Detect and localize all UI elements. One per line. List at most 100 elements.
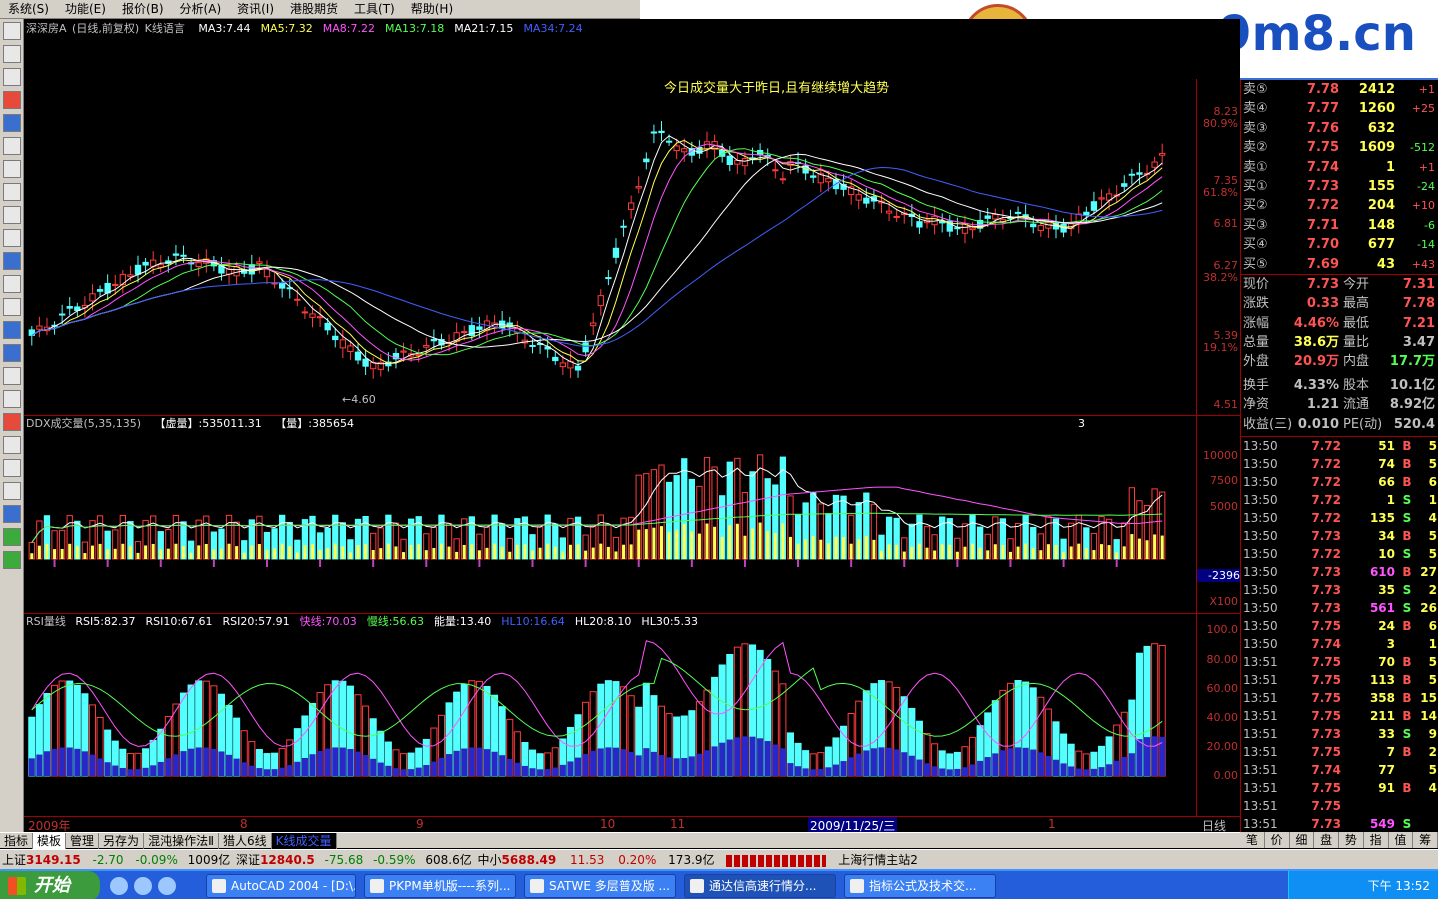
right-tab[interactable]: 势 xyxy=(1339,832,1364,848)
right-tab[interactable]: 价 xyxy=(1265,832,1290,848)
right-tab[interactable]: 值 xyxy=(1389,832,1414,848)
rsi-energy-bar xyxy=(939,768,946,776)
right-tab[interactable]: 笔 xyxy=(1240,832,1265,848)
refresh-icon[interactable] xyxy=(3,367,21,385)
tick-row: 13:51 7.75 358 B 15 xyxy=(1241,689,1438,707)
etf-icon[interactable] xyxy=(3,298,21,316)
tick-count: 5 xyxy=(1428,655,1437,670)
taskbar-item-autocad[interactable]: AutoCAD 2004 - [D:\... xyxy=(206,874,356,898)
pen-icon[interactable] xyxy=(3,482,21,500)
menu-item[interactable]: 分析(A) xyxy=(172,0,230,19)
taskbar-item-tdx[interactable]: 通达信高速行情分... xyxy=(684,874,836,898)
candle-body xyxy=(635,186,642,189)
volume-inner-bar xyxy=(546,543,550,559)
menu-item[interactable]: 工具(T) xyxy=(346,0,403,19)
ie-icon[interactable] xyxy=(110,877,128,895)
mail-icon[interactable] xyxy=(3,206,21,224)
menu-item[interactable]: 功能(E) xyxy=(57,0,114,19)
volume-inner-bar xyxy=(508,551,512,559)
tick-price: 7.75 xyxy=(1311,709,1341,724)
tick-row: 13:51 7.73 33 S 9 xyxy=(1241,725,1438,743)
line-chart-icon[interactable] xyxy=(3,68,21,86)
calendar-icon[interactable] xyxy=(3,390,21,408)
list-icon[interactable] xyxy=(3,45,21,63)
taskbar-item-forum[interactable]: 指标公式及技术交... xyxy=(844,874,996,898)
bottom-tab[interactable]: 混沌操作法Ⅱ xyxy=(144,833,219,849)
rsi-energy-bar xyxy=(537,769,544,776)
grid-icon[interactable] xyxy=(3,22,21,40)
search-icon[interactable] xyxy=(3,275,21,293)
volume-inner-bar xyxy=(629,544,633,559)
volume-inner-bar xyxy=(743,535,747,559)
menu-item[interactable]: 资讯(I) xyxy=(229,0,282,19)
start-button[interactable]: 开始 xyxy=(0,871,100,899)
wrench-icon[interactable] xyxy=(3,436,21,454)
window-icon[interactable] xyxy=(3,114,21,132)
desktop-icon[interactable] xyxy=(134,877,152,895)
taskbar-item-satwe[interactable]: SATWE 多层普及版 ... xyxy=(524,874,676,898)
tick-time: 13:50 xyxy=(1243,619,1278,634)
bottom-tab[interactable]: 模板 xyxy=(33,833,67,849)
right-tab[interactable]: 指 xyxy=(1364,832,1389,848)
move-icon[interactable] xyxy=(3,505,21,523)
kline-annotation: 今日成交量大于昨日,且有继续增大趋势 xyxy=(664,81,890,96)
volume-inner-bar xyxy=(857,539,861,559)
quote-label: 今开 xyxy=(1343,276,1370,292)
tick-count: 1 xyxy=(1428,493,1437,508)
browser-icon[interactable] xyxy=(158,877,176,895)
ma-label: MA13:7.18 xyxy=(385,22,445,35)
document-icon[interactable] xyxy=(3,137,21,155)
users-icon[interactable] xyxy=(3,229,21,247)
quote-value: 4.33% xyxy=(1293,377,1339,393)
right-tab[interactable]: 细 xyxy=(1290,832,1315,848)
volume-inner-bar xyxy=(804,539,808,559)
exit-icon[interactable] xyxy=(3,459,21,477)
candle-body xyxy=(362,358,369,367)
menu-item[interactable]: 报价(B) xyxy=(114,0,172,19)
bottom-tab[interactable]: 猎人6线 xyxy=(219,833,272,849)
volume-inner-bar xyxy=(60,548,64,559)
rsi-energy-bar xyxy=(134,769,142,776)
arrow-up-icon[interactable] xyxy=(3,528,21,546)
menu-item[interactable]: 系统(S) xyxy=(0,0,57,19)
volume-inner-bar xyxy=(735,523,739,559)
chart-area[interactable]: 深深房A (日线,前复权) K线语言 MA3:7.44 MA5:7.32 MA8:7… xyxy=(24,19,1240,834)
rsi-energy-bar xyxy=(332,747,339,776)
tick-time: 13:51 xyxy=(1243,817,1278,832)
menu-item[interactable]: 港股期货 xyxy=(282,0,346,19)
rsi-label: HL10:16.64 xyxy=(501,615,565,628)
kline-icon[interactable] xyxy=(3,91,21,109)
bottom-tab[interactable]: 管理 xyxy=(66,833,100,849)
rsi-energy-bar xyxy=(999,750,1006,776)
quote-value: 4.46% xyxy=(1293,315,1339,331)
tick-row: 13:50 7.72 74 B 5 xyxy=(1241,455,1438,473)
volume-inner-bar xyxy=(1016,546,1020,559)
ytick-current: -2396 xyxy=(1196,569,1240,582)
volume-inner-bar xyxy=(553,546,557,559)
bottom-tab[interactable]: K线成交量 xyxy=(271,833,337,849)
table-icon[interactable] xyxy=(3,183,21,201)
quote-value: 520.4 xyxy=(1393,416,1435,432)
tick-direction: S xyxy=(1402,547,1412,562)
candle-body xyxy=(476,326,483,330)
report-icon[interactable] xyxy=(3,160,21,178)
bottom-tab[interactable]: 指标 xyxy=(0,833,34,849)
right-tab[interactable]: 盘 xyxy=(1314,832,1339,848)
wave-icon[interactable] xyxy=(3,321,21,339)
rsi-icon[interactable] xyxy=(3,344,21,362)
finance-icon[interactable] xyxy=(3,252,21,270)
dollar-icon[interactable] xyxy=(3,413,21,431)
arrow-down-icon[interactable] xyxy=(3,551,21,569)
order-price: 7.69 xyxy=(1306,256,1339,272)
volume-inner-bar xyxy=(1115,552,1119,559)
volume-inner-bar xyxy=(470,544,474,559)
candle-body xyxy=(332,335,339,341)
menu-item[interactable]: 帮助(H) xyxy=(403,0,461,19)
right-tab[interactable]: 筹 xyxy=(1413,832,1438,848)
rsi-energy-bar xyxy=(582,753,589,776)
candle-body xyxy=(954,227,961,230)
server-name[interactable]: 上海行情主站2 xyxy=(838,853,918,867)
bottom-tab[interactable]: 另存为 xyxy=(99,833,145,849)
taskbar-item-pkpm[interactable]: PKPM单机版----系列... xyxy=(364,874,516,898)
rsi-energy-bar xyxy=(453,750,460,776)
